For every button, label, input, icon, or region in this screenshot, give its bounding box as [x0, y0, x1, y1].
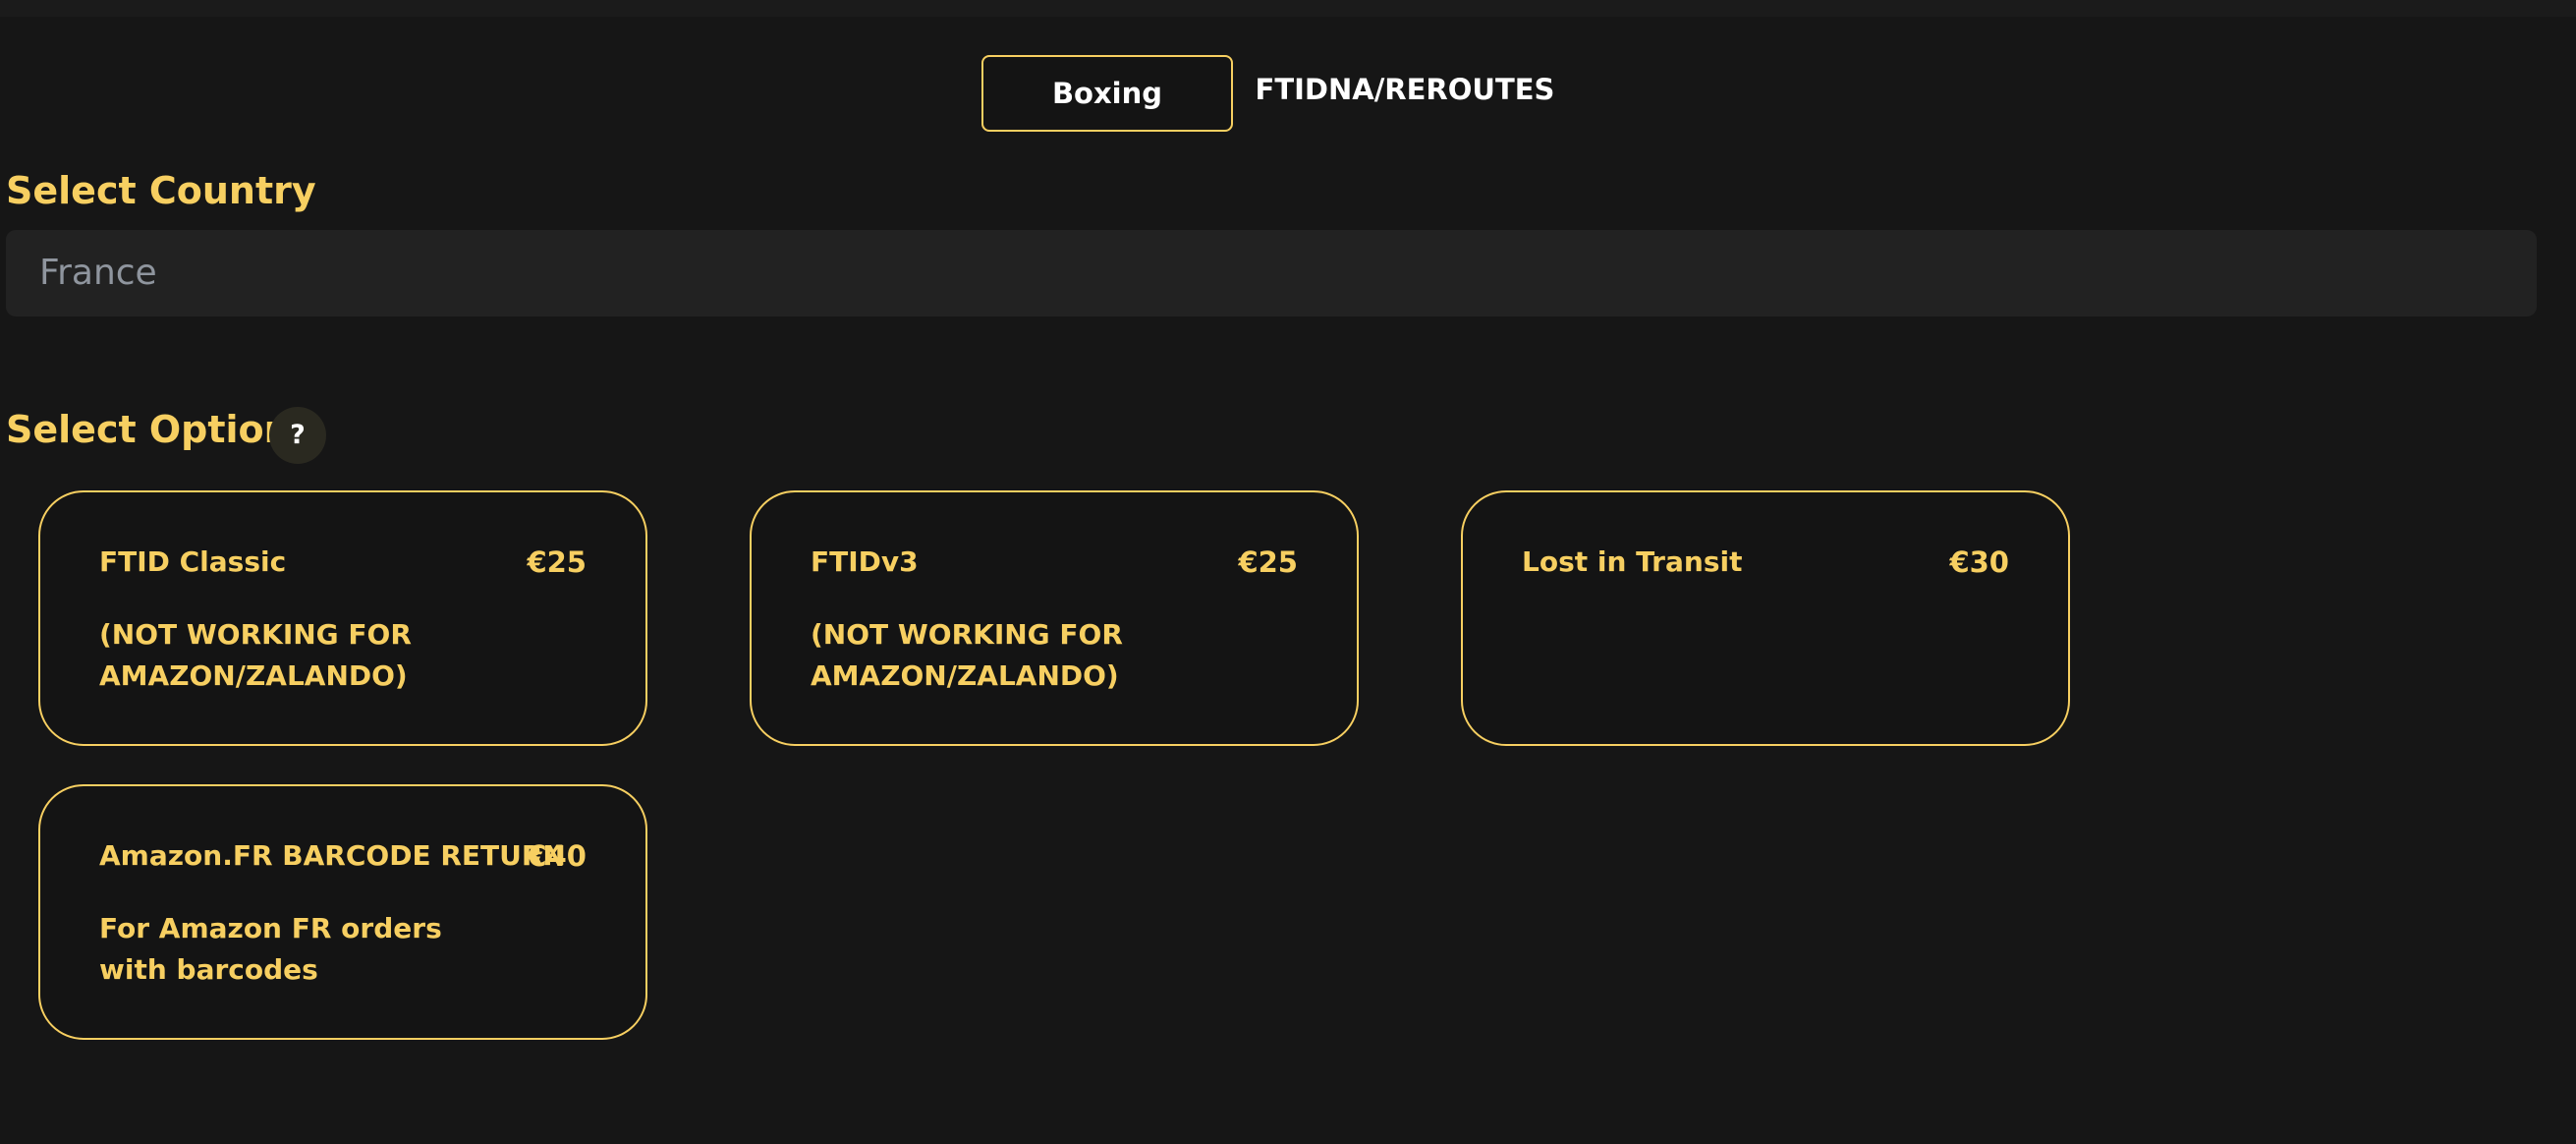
option-name: FTID Classic — [99, 545, 287, 578]
option-price: €25 — [1238, 545, 1298, 579]
option-price: €25 — [527, 545, 587, 579]
option-card-amazon-fr-barcode-return[interactable]: Amazon.FR BARCODE RETURN €40 For Amazon … — [38, 784, 647, 1040]
select-option-heading: Select Option — [6, 408, 291, 451]
option-price: €40 — [527, 839, 587, 873]
option-description: (NOT WORKING FOR AMAZON/ZALANDO) — [811, 618, 1123, 692]
option-name: FTIDv3 — [811, 545, 919, 578]
tab-boxing[interactable]: Boxing — [981, 55, 1233, 132]
help-icon[interactable]: ? — [269, 407, 326, 464]
option-description: (NOT WORKING FOR AMAZON/ZALANDO) — [99, 618, 412, 692]
select-country-heading: Select Country — [6, 169, 316, 212]
top-strip — [0, 0, 2576, 17]
option-card-ftidv3[interactable]: FTIDv3 €25 (NOT WORKING FOR AMAZON/ZALAN… — [750, 490, 1359, 746]
option-name: Amazon.FR BARCODE RETURN — [99, 839, 566, 872]
option-card-ftid-classic[interactable]: FTID Classic €25 (NOT WORKING FOR AMAZON… — [38, 490, 647, 746]
option-price: €30 — [1949, 545, 2009, 579]
option-name: Lost in Transit — [1522, 545, 1743, 578]
option-description: For Amazon FR orders with barcodes — [99, 912, 442, 986]
country-select[interactable]: France — [6, 230, 2537, 316]
tab-ftidna-reroutes[interactable]: FTIDNA/REROUTES — [1248, 53, 1562, 130]
option-card-lost-in-transit[interactable]: Lost in Transit €30 — [1461, 490, 2070, 746]
